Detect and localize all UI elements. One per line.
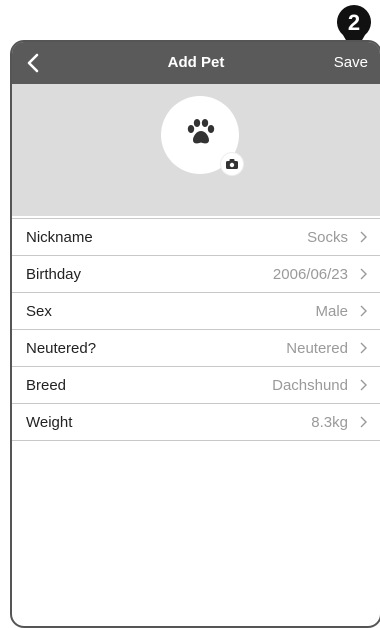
field-row-weight[interactable]: Weight 8.3kg xyxy=(12,404,380,441)
field-value: 8.3kg xyxy=(311,414,348,431)
field-value: Neutered xyxy=(286,340,348,357)
avatar-header xyxy=(12,84,380,216)
pet-avatar[interactable] xyxy=(161,96,243,175)
field-value: Socks xyxy=(307,229,348,246)
field-value: Dachshund xyxy=(272,377,348,394)
field-row-neutered[interactable]: Neutered? Neutered xyxy=(12,330,380,367)
field-label: Sex xyxy=(26,303,52,320)
navbar: Add Pet Save xyxy=(12,42,380,84)
camera-icon xyxy=(226,159,238,169)
chevron-right-icon xyxy=(360,305,367,317)
field-row-sex[interactable]: Sex Male xyxy=(12,293,380,330)
field-row-birthday[interactable]: Birthday 2006/06/23 xyxy=(12,256,380,293)
field-row-breed[interactable]: Breed Dachshund xyxy=(12,367,380,404)
callout-number: 2 xyxy=(348,10,360,35)
chevron-right-icon xyxy=(360,379,367,391)
phone-screen: Add Pet Save Nickname Socks Birthday 200… xyxy=(10,40,380,628)
field-value: 2006/06/23 xyxy=(272,266,348,283)
chevron-right-icon xyxy=(360,268,367,280)
save-button[interactable]: Save xyxy=(334,54,368,71)
field-value: Male xyxy=(315,303,348,320)
field-label: Weight xyxy=(26,414,73,431)
field-label: Birthday xyxy=(26,266,82,283)
chevron-right-icon xyxy=(360,231,367,243)
page-title: Add Pet xyxy=(167,54,225,71)
field-label: Neutered? xyxy=(26,340,97,357)
field-row-nickname[interactable]: Nickname Socks xyxy=(12,219,380,256)
change-photo-badge[interactable] xyxy=(221,153,243,175)
chevron-right-icon xyxy=(360,416,367,428)
paw-icon xyxy=(187,119,215,144)
field-label: Nickname xyxy=(26,229,93,246)
chevron-right-icon xyxy=(360,342,367,354)
field-label: Breed xyxy=(26,377,67,394)
pet-fields-list: Nickname Socks Birthday 2006/06/23 Sex M… xyxy=(12,218,380,441)
